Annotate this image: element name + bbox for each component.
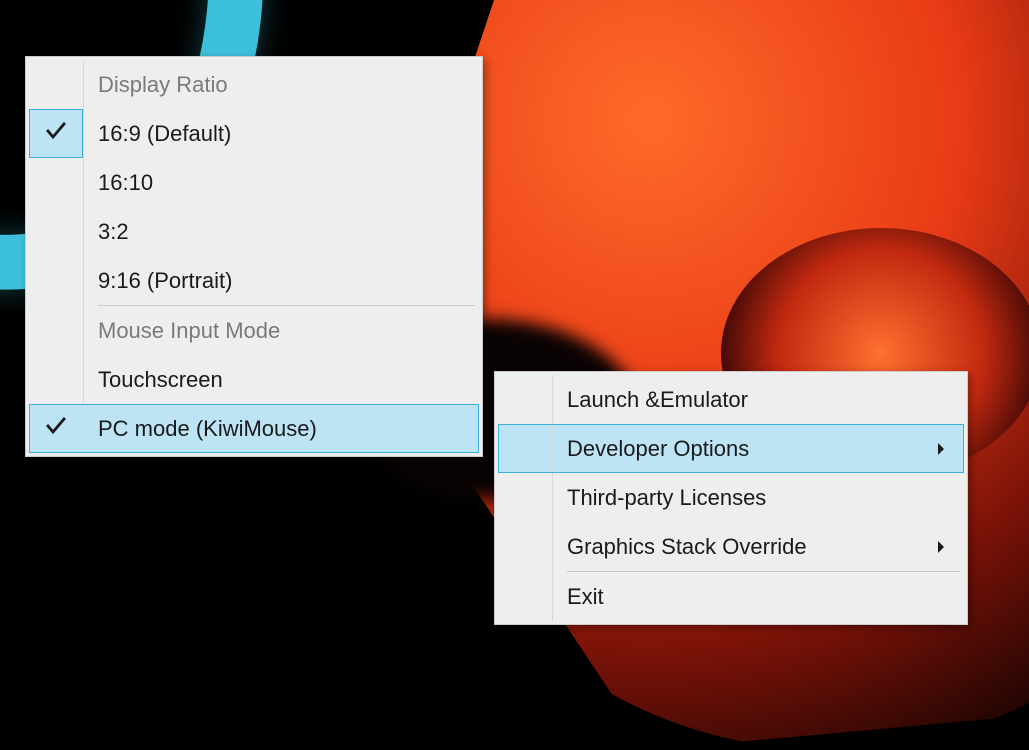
menu-item-exit[interactable]: Exit xyxy=(498,572,964,621)
menu-item-label: Launch &Emulator xyxy=(553,387,748,413)
menu-item-touchscreen[interactable]: Touchscreen xyxy=(29,355,479,404)
display-settings-menu[interactable]: Display Ratio 16:9 (Default) 16:10 3:2 9… xyxy=(25,56,483,457)
menu-item-label: Graphics Stack Override xyxy=(553,534,807,560)
menu-header-mouse-input-mode: Mouse Input Mode xyxy=(29,306,479,355)
menu-item-ratio-16-9[interactable]: 16:9 (Default) xyxy=(29,109,479,158)
menu-item-ratio-3-2[interactable]: 3:2 xyxy=(29,207,479,256)
menu-item-label: PC mode (KiwiMouse) xyxy=(84,416,317,442)
menu-item-label: 3:2 xyxy=(84,219,129,245)
chevron-right-icon xyxy=(936,540,946,554)
menu-item-label: Developer Options xyxy=(553,436,749,462)
check-icon xyxy=(44,414,68,444)
menu-item-pc-mode-kiwimouse[interactable]: PC mode (KiwiMouse) xyxy=(29,404,479,453)
menu-item-label: 16:9 (Default) xyxy=(84,121,231,147)
menu-item-label: 16:10 xyxy=(84,170,153,196)
menu-item-label: Third-party Licenses xyxy=(553,485,766,511)
menu-header-label: Mouse Input Mode xyxy=(84,318,280,344)
menu-item-third-party-licenses[interactable]: Third-party Licenses xyxy=(498,473,964,522)
menu-item-label: Exit xyxy=(553,584,604,610)
menu-header-label: Display Ratio xyxy=(84,72,228,98)
menu-item-label: Touchscreen xyxy=(84,367,223,393)
menu-header-display-ratio: Display Ratio xyxy=(29,60,479,109)
check-icon xyxy=(44,119,68,149)
chevron-right-icon xyxy=(936,442,946,456)
menu-item-ratio-16-10[interactable]: 16:10 xyxy=(29,158,479,207)
main-context-menu[interactable]: Launch &Emulator Developer Options Third… xyxy=(494,371,968,625)
menu-item-graphics-stack-override[interactable]: Graphics Stack Override xyxy=(498,522,964,571)
menu-item-label: 9:16 (Portrait) xyxy=(84,268,233,294)
menu-item-launch-emulator[interactable]: Launch &Emulator xyxy=(498,375,964,424)
menu-item-ratio-9-16[interactable]: 9:16 (Portrait) xyxy=(29,256,479,305)
menu-item-developer-options[interactable]: Developer Options xyxy=(498,424,964,473)
